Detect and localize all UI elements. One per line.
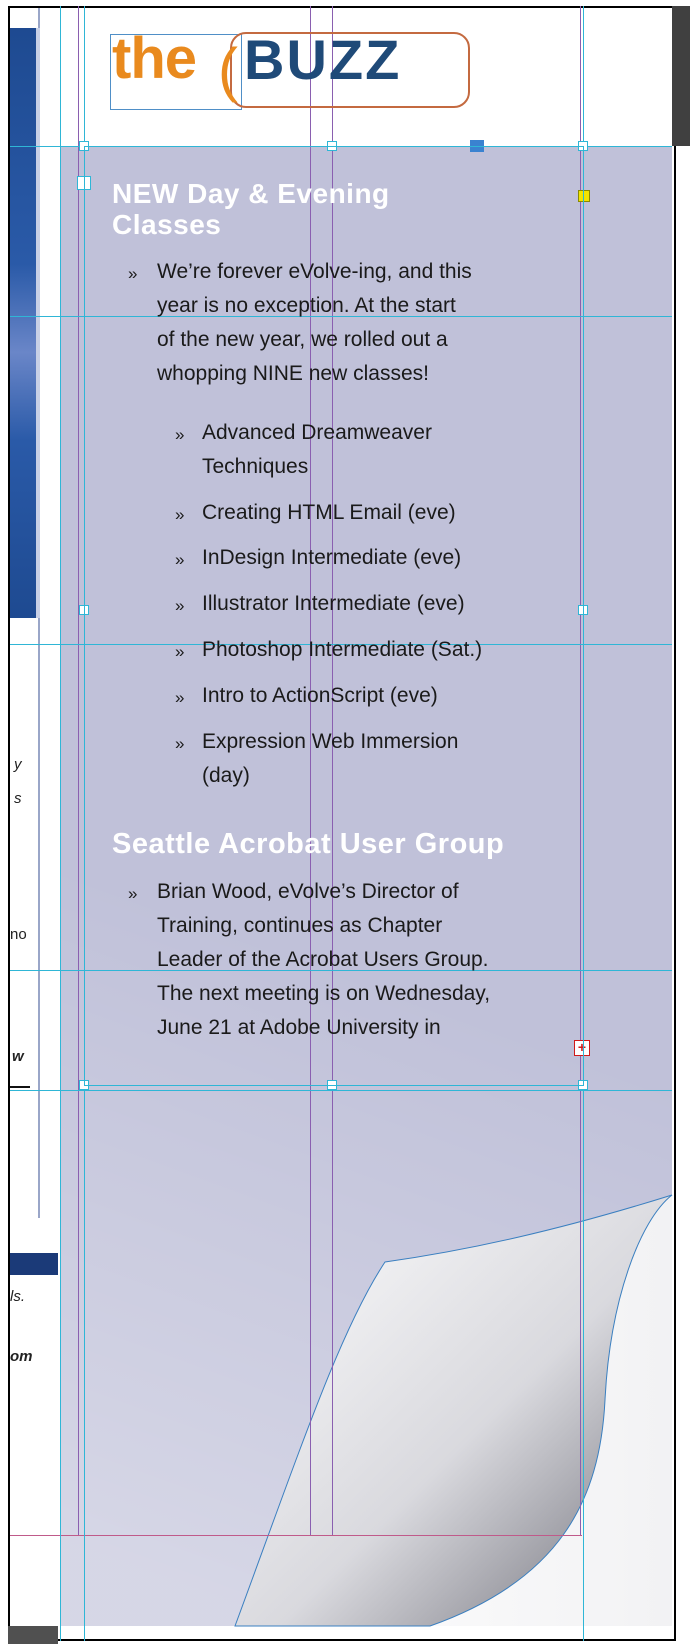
class-item-line: Photoshop Intermediate (Sat.) <box>202 638 483 661</box>
logo-bracket-glyph: ( <box>218 36 238 103</box>
class-list-item: Illustrator Intermediate (eve) <box>202 587 465 621</box>
right-edge-shadow <box>672 6 690 146</box>
margin-guide-left <box>78 6 79 1536</box>
section-heading-new-classes: NEW Day & Evening Classes <box>112 178 390 240</box>
class-item-line: InDesign Intermediate (eve) <box>202 546 462 569</box>
bullet-glyph: » <box>175 550 185 569</box>
heading-line: Classes <box>112 209 222 240</box>
class-list-item: Creating HTML Email (eve) <box>202 496 456 530</box>
ruler-guide-vertical[interactable] <box>84 6 85 1641</box>
ruler-guide-horizontal[interactable] <box>10 146 672 147</box>
paragraph-line: Training, continues as Chapter <box>157 914 443 937</box>
overset-plus-icon[interactable]: + <box>574 1040 590 1056</box>
bullet-glyph: » <box>175 688 185 707</box>
class-item-line: Creating HTML Email (eve) <box>202 501 456 524</box>
class-item-line: Intro to ActionScript (eve) <box>202 684 438 707</box>
corner-options-yellow-handle[interactable] <box>578 190 590 202</box>
class-list-item: Advanced Dreamweaver Techniques <box>202 416 432 484</box>
frame-handle-top-left[interactable] <box>79 141 89 151</box>
logo-the-text: the <box>112 26 197 91</box>
class-list-item: Photoshop Intermediate (Sat.) <box>202 633 482 667</box>
bullet-glyph: » <box>175 425 185 444</box>
class-item-line: Expression Web Immersion <box>202 730 459 753</box>
margin-guide-right <box>580 6 581 1536</box>
paragraph-line: whopping NINE new classes! <box>157 362 429 385</box>
class-item-line: (day) <box>202 764 250 787</box>
frame-handle-bottom-right[interactable] <box>578 1080 588 1090</box>
bullet-glyph: » <box>175 642 185 661</box>
indesign-document-canvas[interactable]: y s no w ls. om the (BUZZ NEW Day & Eve… <box>0 0 691 1650</box>
paragraph-line: Leader of the Acrobat Users Group. <box>157 948 489 971</box>
frame-handle-top-center[interactable] <box>327 141 337 151</box>
class-list-item: InDesign Intermediate (eve) <box>202 541 461 575</box>
frame-handle-middle-right[interactable] <box>578 605 588 615</box>
paragraph-line: year is no exception. At the start <box>157 294 456 317</box>
bullet-glyph: » <box>128 264 138 283</box>
pasteboard-border <box>8 6 676 1641</box>
paragraph-line: We’re forever eVolve-ing, and this <box>157 260 472 283</box>
logo-buzz-text: BUZZ <box>244 28 402 91</box>
frame-handle-middle-left[interactable] <box>79 605 89 615</box>
bullet-glyph: » <box>175 596 185 615</box>
bullet-glyph: » <box>128 884 138 903</box>
ruler-guide-vertical[interactable] <box>583 6 584 1641</box>
ruler-guide-vertical[interactable] <box>60 6 61 1641</box>
frame-handle-top-selected[interactable] <box>470 140 484 152</box>
paragraph-line: of the new year, we rolled out a <box>157 328 448 351</box>
frame-handle-top-right[interactable] <box>578 141 588 151</box>
class-item-line: Illustrator Intermediate (eve) <box>202 592 465 615</box>
frame-handle-bottom-center[interactable] <box>327 1080 337 1090</box>
frame-in-port[interactable] <box>77 176 91 190</box>
paragraph-line: Brian Wood, eVolve’s Director of <box>157 880 459 903</box>
class-item-line: Advanced Dreamweaver <box>202 421 432 444</box>
heading-line: NEW Day & Evening <box>112 178 390 209</box>
bottom-edge-bar <box>8 1626 58 1644</box>
margin-guide-bottom <box>10 1535 582 1536</box>
class-item-line: Techniques <box>202 455 309 478</box>
paragraph-line: The next meeting is on Wednesday, <box>157 982 491 1005</box>
paragraph-line: June 21 at Adobe University in <box>157 1016 441 1039</box>
section-heading-acrobat-group: Seattle Acrobat User Group <box>112 828 505 860</box>
bullet-glyph: » <box>175 505 185 524</box>
class-list-item: Intro to ActionScript (eve) <box>202 679 438 713</box>
acrobat-group-paragraph: Brian Wood, eVolve’s Director of Trainin… <box>157 875 490 1045</box>
intro-paragraph: We’re forever eVolve-ing, and this year … <box>157 255 472 391</box>
bullet-glyph: » <box>175 734 185 753</box>
ruler-guide-horizontal[interactable] <box>10 1090 672 1091</box>
frame-handle-bottom-left[interactable] <box>79 1080 89 1090</box>
class-list-item: Expression Web Immersion (day) <box>202 725 458 793</box>
